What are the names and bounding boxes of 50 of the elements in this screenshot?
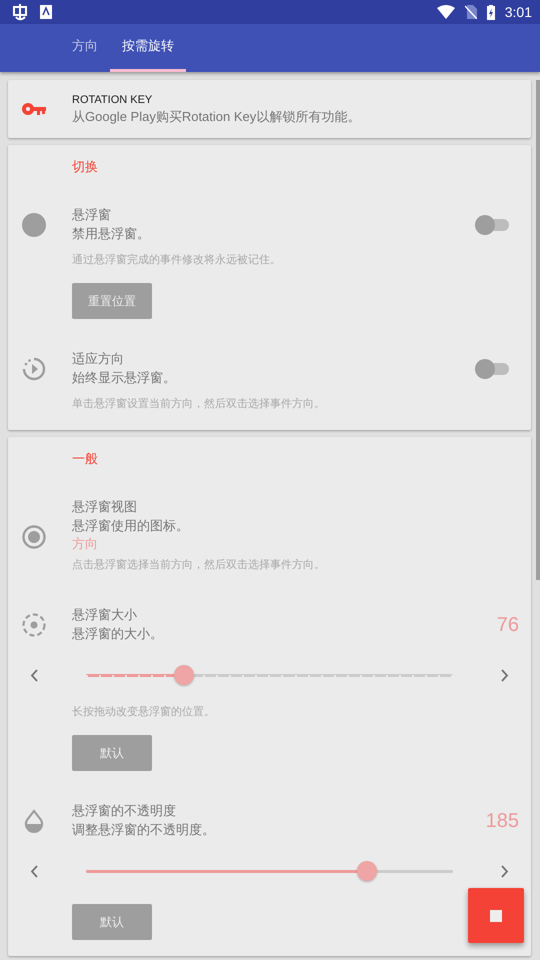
- circle-icon: [22, 213, 46, 237]
- battery-charging-icon: [486, 4, 495, 20]
- key-description: 从Google Play购买Rotation Key以解锁所有功能。: [72, 108, 362, 126]
- slider-thumb[interactable]: [174, 665, 194, 685]
- setting-title: 悬浮窗大小: [72, 607, 138, 625]
- setting-value[interactable]: 方向: [72, 535, 531, 555]
- wifi-icon: [436, 5, 455, 19]
- reset-button[interactable]: 默认: [72, 904, 152, 940]
- reset-button[interactable]: 默认: [72, 735, 152, 771]
- setting-title: 悬浮窗: [72, 207, 112, 225]
- drop-icon: [22, 809, 46, 833]
- reset-button[interactable]: 重置位置: [72, 283, 152, 319]
- notification-icon: [10, 3, 30, 21]
- setting-summary: 悬浮窗的大小。: [72, 625, 164, 643]
- key-icon: [22, 103, 46, 115]
- setting-summary: 禁用悬浮窗。: [72, 225, 151, 243]
- section-header: 切换: [72, 159, 98, 177]
- radio-icon: [22, 525, 46, 549]
- section-header: 一般: [72, 451, 98, 469]
- setting-note: 长按拖动改变悬浮窗的位置。: [72, 704, 215, 720]
- rotate-play-icon: [22, 357, 46, 381]
- chevron-right-icon[interactable]: [501, 864, 509, 878]
- setting-note: 点击悬浮窗选择当前方向，然后双击选择事件方向。: [72, 557, 326, 573]
- setting-title: 适应方向: [72, 351, 125, 369]
- stop-icon: [490, 910, 502, 922]
- value-reading: 76: [496, 614, 519, 636]
- chevron-left-icon[interactable]: [30, 864, 38, 878]
- chevron-left-icon[interactable]: [30, 668, 38, 682]
- key-card[interactable]: ROTATION KEY 从Google Play购买Rotation Key以解锁所有功能。: [8, 80, 531, 138]
- value-reading: 185: [486, 810, 519, 832]
- slider-thumb[interactable]: [356, 861, 377, 881]
- setting-summary: 始终显示悬浮窗。: [72, 369, 177, 387]
- dashed-circle-icon: [22, 613, 46, 637]
- key-title: ROTATION KEY: [72, 93, 154, 108]
- clock: 3:01: [504, 4, 532, 20]
- no-sim-icon: [464, 5, 477, 19]
- translate-icon: [40, 5, 52, 19]
- tab[interactable]: 按需旋转: [110, 24, 186, 72]
- setting-note: 单击悬浮窗设置当前方向，然后双击选择事件方向。: [72, 396, 325, 412]
- setting-note: 通过悬浮窗完成的事件修改将永远被记住。: [72, 252, 281, 268]
- setting-title: 悬浮窗视图: [72, 499, 138, 517]
- toggle-switch[interactable]: [475, 215, 511, 235]
- setting-summary: 调整悬浮窗的不透明度。: [72, 821, 216, 839]
- setting-title: 悬浮窗的不透明度: [72, 803, 177, 821]
- stop-button[interactable]: [468, 888, 524, 943]
- chevron-right-icon[interactable]: [501, 668, 509, 682]
- scrollbar[interactable]: [536, 80, 540, 580]
- toggle-switch[interactable]: [475, 359, 511, 379]
- tab[interactable]: 方向: [60, 24, 110, 72]
- setting-summary: 悬浮窗使用的图标。: [72, 517, 190, 535]
